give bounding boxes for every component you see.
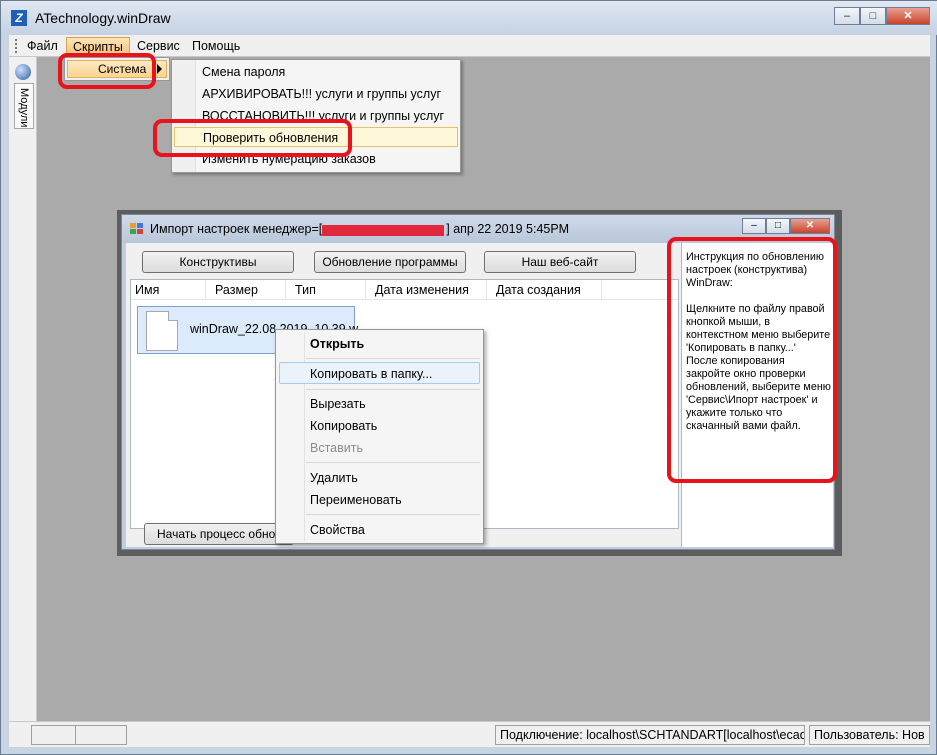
ctx-properties[interactable]: Свойства (310, 523, 365, 537)
start-update-button[interactable]: Начать процесс обновл (144, 523, 294, 545)
dialog-minimize-button[interactable]: – (742, 218, 766, 234)
status-panel-2 (75, 725, 127, 745)
column-date-modified[interactable]: Дата изменения (375, 283, 469, 297)
menu-grip (15, 39, 18, 53)
context-menu: Открыть Копировать в папку... Вырезать К… (275, 329, 484, 544)
menu-help[interactable]: Помощь (186, 37, 246, 56)
submenu-arrow-icon (157, 64, 162, 74)
globe-icon[interactable] (15, 64, 31, 80)
app-icon: Z (11, 10, 27, 26)
menu-file[interactable]: Файл (21, 37, 64, 56)
ctx-rename[interactable]: Переименовать (310, 493, 402, 507)
dialog-title-suffix: ] апр 22 2019 5:45PM (446, 222, 570, 236)
ctx-open[interactable]: Открыть (310, 337, 364, 351)
modules-tab-label: Модули (18, 88, 30, 128)
file-icon (146, 311, 178, 351)
column-name[interactable]: Имя (135, 283, 159, 297)
dialog-app-icon (130, 223, 144, 235)
minimize-button[interactable]: – (834, 7, 860, 25)
redaction-mark (322, 225, 444, 236)
dialog-title-prefix: Импорт настроек менеджер=[ (150, 222, 323, 236)
status-user: Пользователь: Нов (809, 725, 930, 745)
update-program-button[interactable]: Обновление программы (314, 251, 466, 273)
window-title: ATechnology.winDraw (35, 10, 171, 26)
status-connection: Подключение: localhost\SCHTANDART[localh… (495, 725, 805, 745)
column-date-created[interactable]: Дата создания (496, 283, 581, 297)
column-size[interactable]: Размер (215, 283, 258, 297)
modules-tab[interactable]: Модули (14, 83, 34, 129)
annotation-system (58, 53, 156, 89)
dialog-close-button[interactable]: ✕ (790, 218, 830, 234)
maximize-button[interactable]: □ (860, 7, 886, 25)
column-header-row: Имя Размер Тип Дата изменения Дата созда… (131, 280, 678, 300)
title-bar[interactable]: Z ATechnology.winDraw – □ ✕ (1, 1, 937, 35)
annotation-instruction (667, 237, 837, 483)
close-button[interactable]: ✕ (886, 7, 930, 25)
annotation-check-updates (153, 119, 352, 157)
status-bar: Подключение: localhost\SCHTANDART[localh… (9, 721, 930, 747)
submenu-archive-services[interactable]: АРХИВИРОВАТЬ!!! услуги и группы услуг (202, 84, 441, 104)
website-button[interactable]: Наш веб-сайт (484, 251, 636, 273)
dialog-maximize-button[interactable]: □ (766, 218, 790, 234)
ctx-paste: Вставить (310, 441, 363, 455)
column-type[interactable]: Тип (295, 283, 316, 297)
submenu-change-password[interactable]: Смена пароля (202, 62, 285, 82)
ctx-copy-to-folder[interactable]: Копировать в папку... (310, 367, 432, 381)
ctx-delete[interactable]: Удалить (310, 471, 358, 485)
left-panel: Модули (9, 57, 37, 721)
ctx-cut[interactable]: Вырезать (310, 397, 366, 411)
constructives-button[interactable]: Конструктивы (142, 251, 294, 273)
ctx-copy[interactable]: Копировать (310, 419, 377, 433)
